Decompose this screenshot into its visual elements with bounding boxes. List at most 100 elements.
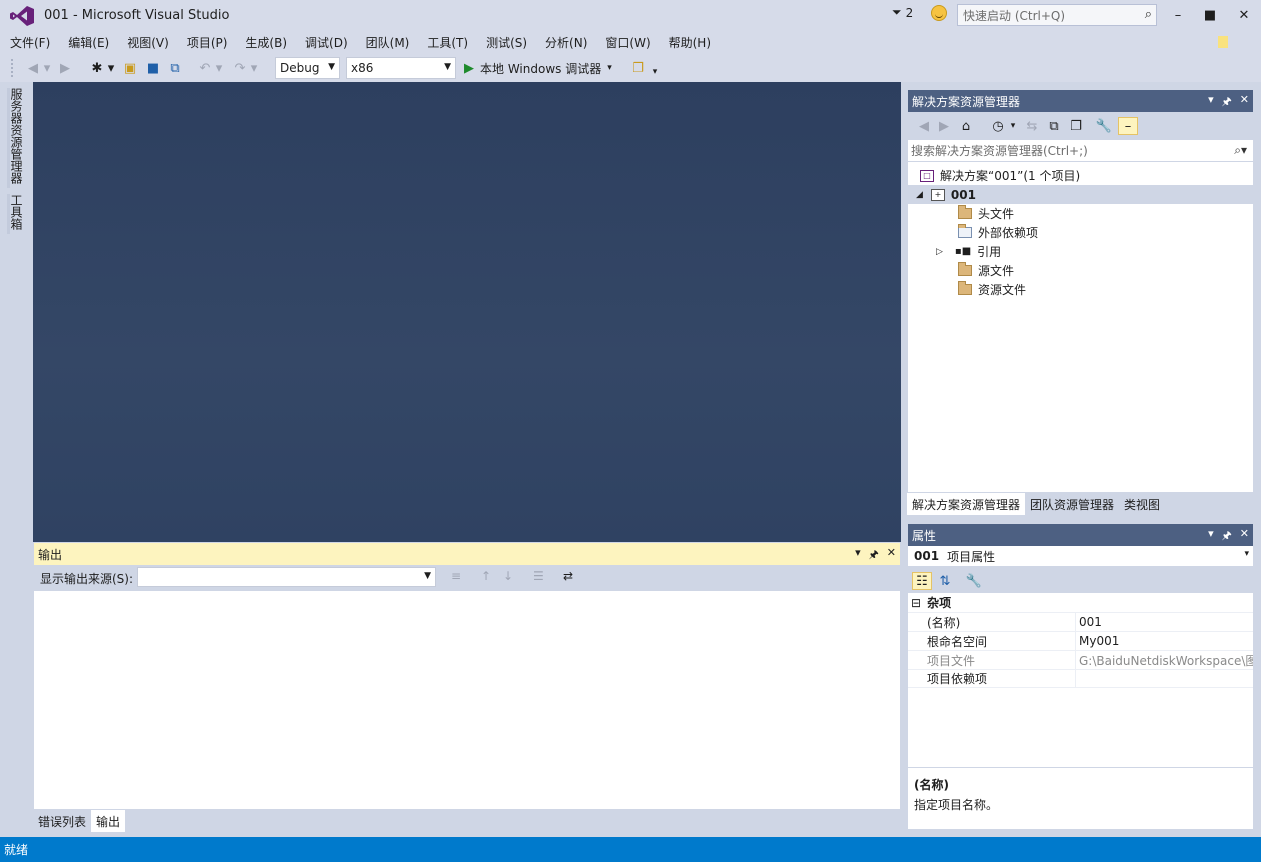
folder-icon — [958, 262, 972, 276]
window-position-icon[interactable]: ▾ — [1208, 93, 1214, 112]
solution-icon: □ — [920, 169, 934, 182]
back-dropdown-icon[interactable]: ▾ — [42, 59, 52, 77]
undo-icon[interactable]: ↶ — [196, 59, 214, 77]
tree-item-label: 资源文件 — [978, 283, 1027, 297]
collapse-all-icon[interactable]: ⧉ — [1046, 117, 1062, 135]
next-message-icon[interactable]: ↓ — [503, 569, 513, 583]
solution-node[interactable]: □ 解决方案“001”(1 个项目) — [920, 166, 1080, 185]
menu-team[interactable]: 团队(M) — [360, 34, 416, 51]
show-all-files-icon[interactable]: ❐ — [1068, 117, 1084, 135]
alphabetical-sort-icon[interactable]: ⇅ — [936, 572, 954, 590]
tab-solution-explorer[interactable]: 解决方案资源管理器 — [907, 493, 1026, 515]
window-position-icon[interactable]: ▾ — [855, 546, 861, 565]
redo-icon[interactable]: ↷ — [231, 59, 249, 77]
maximize-button[interactable]: ■ — [1193, 2, 1227, 28]
property-category[interactable]: ⊟ 杂项 — [908, 593, 1253, 612]
tree-item-label: 头文件 — [978, 207, 1015, 221]
redo-dropdown-icon[interactable]: ▾ — [249, 59, 259, 77]
menu-help[interactable]: 帮助(H) — [663, 34, 717, 51]
play-icon: ▶ — [464, 60, 474, 76]
server-explorer-tab[interactable]: 服务器资源管理器 — [7, 88, 25, 188]
close-icon[interactable]: ✕ — [1240, 527, 1249, 546]
configuration-value: Debug — [280, 61, 320, 75]
tab-team-explorer[interactable]: 团队资源管理器 — [1025, 493, 1119, 515]
menu-debug[interactable]: 调试(D) — [299, 34, 354, 51]
collapsed-arrow-icon: ▷ — [936, 246, 943, 257]
tab-class-view[interactable]: 类视图 — [1119, 493, 1165, 515]
window-title: 001 - Microsoft Visual Studio — [44, 8, 230, 23]
property-row-project-dependencies[interactable]: 项目依赖项 — [908, 669, 1253, 688]
tree-item-references[interactable]: ▷ ▪■ 引用 — [936, 242, 1001, 261]
toolbox-tab[interactable]: 工具箱 — [7, 194, 25, 234]
tab-output[interactable]: 输出 — [91, 810, 126, 832]
tree-item-label: 外部依赖项 — [978, 226, 1039, 240]
solution-explorer-search-input[interactable]: 搜索解决方案资源管理器(Ctrl+;) ⌕▾ — [908, 140, 1253, 162]
tree-item-header-files[interactable]: 头文件 — [958, 204, 1014, 223]
undo-dropdown-icon[interactable]: ▾ — [214, 59, 224, 77]
find-in-files-icon[interactable]: ❐ — [628, 59, 648, 77]
close-icon[interactable]: ✕ — [1240, 93, 1249, 112]
previous-message-icon[interactable]: ↑ — [481, 569, 491, 583]
menu-test[interactable]: 测试(S) — [480, 34, 533, 51]
output-source-select[interactable]: ▼ — [137, 567, 436, 587]
properties-object-select[interactable]: 001 项目属性 ▾ — [908, 546, 1253, 567]
close-button[interactable]: ✕ — [1227, 2, 1261, 28]
new-project-icon[interactable]: ✱ — [88, 59, 106, 77]
tree-item-external-dependencies[interactable]: 外部依赖项 — [958, 223, 1038, 242]
home-icon[interactable]: ⌂ — [958, 117, 974, 135]
window-position-icon[interactable]: ▾ — [1208, 527, 1214, 546]
menu-window[interactable]: 窗口(W) — [599, 34, 656, 51]
property-pages-wrench-icon[interactable]: 🔧 — [966, 572, 982, 590]
navigate-forward-icon[interactable]: ▶ — [56, 59, 74, 77]
menu-build[interactable]: 生成(B) — [239, 34, 293, 51]
save-all-icon[interactable]: ⧉ — [166, 59, 184, 77]
pin-icon[interactable]: 🖈 — [869, 546, 879, 565]
menu-project[interactable]: 项目(P) — [181, 34, 234, 51]
solution-platform-select[interactable]: x86 ▼ — [346, 57, 456, 79]
quick-launch-input[interactable]: 快速启动 (Ctrl+Q) ⌕ — [957, 4, 1157, 26]
navigate-back-icon[interactable]: ◀ — [24, 59, 42, 77]
clear-all-icon[interactable]: ☰ — [533, 569, 544, 583]
sync-icon[interactable]: ⇆ — [1024, 117, 1040, 135]
property-row-project-file[interactable]: 项目文件 G:\BaiduNetdiskWorkspace\图 — [908, 650, 1253, 669]
preview-selected-items-icon[interactable]: – — [1118, 117, 1138, 135]
editor-area — [33, 82, 901, 542]
property-row-name[interactable]: (名称) 001 — [908, 612, 1253, 631]
menu-analyze[interactable]: 分析(N) — [539, 34, 593, 51]
menu-edit[interactable]: 编辑(E) — [62, 34, 115, 51]
back-icon[interactable]: ◀ — [916, 117, 932, 135]
categorized-icon[interactable]: ☷ — [912, 572, 932, 590]
pin-icon[interactable]: 🖈 — [1222, 93, 1232, 112]
solution-configuration-select[interactable]: Debug ▼ — [275, 57, 340, 79]
word-wrap-icon[interactable]: ⇄ — [563, 569, 573, 583]
tab-error-list[interactable]: 错误列表 — [33, 810, 91, 832]
notifications-button[interactable]: ⏷ 2 — [892, 5, 913, 20]
output-header: 输出 ▾ 🖈 ✕ — [34, 543, 900, 565]
new-project-dropdown-icon[interactable]: ▾ — [106, 59, 116, 77]
properties-wrench-icon[interactable]: 🔧 — [1096, 117, 1112, 135]
save-icon[interactable]: ■ — [144, 59, 162, 77]
go-to-message-icon[interactable]: ≡ — [451, 569, 461, 583]
tree-item-resource-files[interactable]: 资源文件 — [958, 280, 1026, 299]
property-value: My001 — [1079, 634, 1120, 648]
minimize-button[interactable]: – — [1161, 2, 1195, 28]
toolbar-grip[interactable] — [10, 58, 14, 78]
open-file-icon[interactable]: ▣ — [121, 59, 139, 77]
tree-item-source-files[interactable]: 源文件 — [958, 261, 1014, 280]
menu-tools[interactable]: 工具(T) — [421, 34, 474, 51]
forward-icon[interactable]: ▶ — [936, 117, 952, 135]
close-icon[interactable]: ✕ — [887, 546, 896, 565]
account-pin-icon[interactable] — [1218, 36, 1228, 48]
pin-icon[interactable]: 🖈 — [1222, 527, 1232, 546]
folder-icon — [958, 281, 972, 295]
toolbar-options-icon[interactable]: ▾ — [650, 63, 660, 81]
project-node[interactable]: ◢ + 001 — [908, 185, 1253, 204]
property-row-root-namespace[interactable]: 根命名空间 My001 — [908, 631, 1253, 650]
menu-view[interactable]: 视图(V) — [121, 34, 175, 51]
filter-dropdown-icon[interactable]: ▾ — [1008, 117, 1018, 135]
pending-changes-filter-icon[interactable]: ◷ — [990, 117, 1006, 135]
start-debugging-button[interactable]: ▶ 本地 Windows 调试器 ▾ — [464, 59, 622, 77]
menu-file[interactable]: 文件(F) — [4, 34, 56, 51]
feedback-smiley-icon[interactable] — [931, 5, 947, 21]
property-value: G:\BaiduNetdiskWorkspace\图 — [1079, 653, 1253, 668]
